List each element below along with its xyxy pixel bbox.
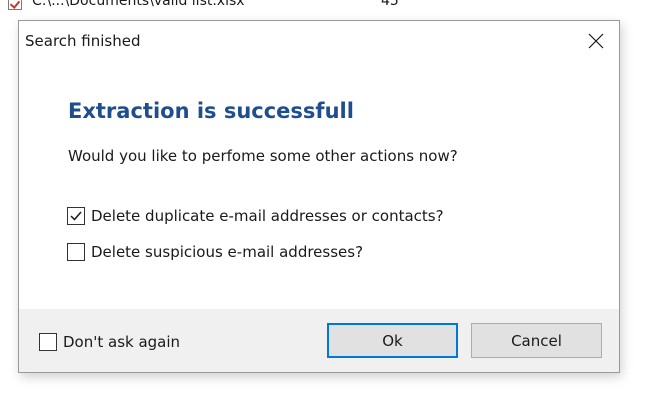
dont-ask-again-checkbox[interactable] <box>39 333 57 351</box>
file-path: C:\...\Documents\valid list.xlsx <box>32 0 245 9</box>
close-icon <box>588 33 604 49</box>
ok-button[interactable]: Ok <box>327 323 458 358</box>
cancel-button[interactable]: Cancel <box>471 323 602 358</box>
dialog-heading: Extraction is successfull <box>68 99 354 123</box>
background-file-row[interactable]: C:\...\Documents\valid list.xlsx 45 <box>0 0 648 14</box>
delete-suspicious-checkbox[interactable] <box>67 243 85 261</box>
search-finished-dialog: Search finished Extraction is successful… <box>18 20 620 373</box>
option-delete-suspicious[interactable]: Delete suspicious e-mail addresses? <box>67 243 363 261</box>
dont-ask-again-label: Don't ask again <box>63 333 181 351</box>
dialog-title: Search finished <box>25 32 141 50</box>
dialog-footer: Don't ask again Ok Cancel <box>19 309 619 372</box>
delete-duplicates-label: Delete duplicate e-mail addresses or con… <box>91 207 444 225</box>
delete-suspicious-label: Delete suspicious e-mail addresses? <box>91 243 364 261</box>
dont-ask-again-option[interactable]: Don't ask again <box>39 333 180 351</box>
dialog-titlebar: Search finished <box>19 21 619 61</box>
close-button[interactable] <box>573 21 619 61</box>
excel-file-icon <box>8 0 22 10</box>
option-delete-duplicates[interactable]: Delete duplicate e-mail addresses or con… <box>67 207 444 225</box>
delete-duplicates-checkbox[interactable] <box>67 207 85 225</box>
dialog-question: Would you like to perfome some other act… <box>68 147 458 165</box>
checkmark-icon <box>70 211 82 221</box>
file-count: 45 <box>381 0 399 9</box>
